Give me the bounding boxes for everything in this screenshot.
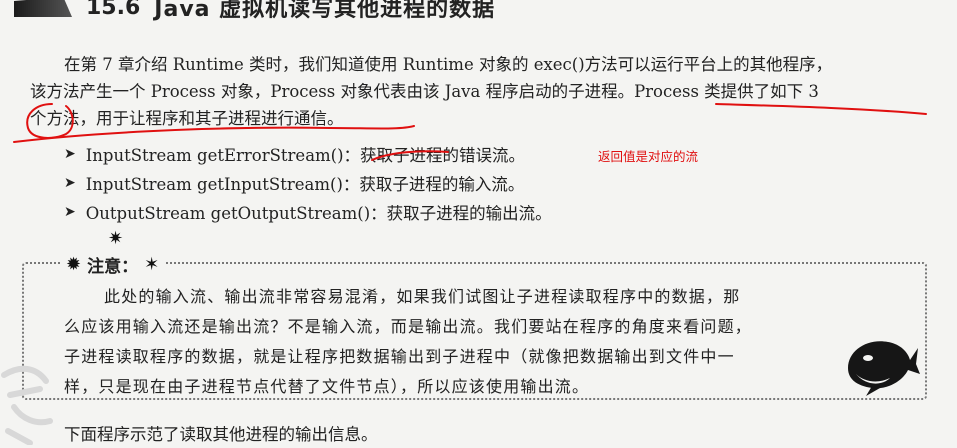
closing-text: 下面程序示范了读取其他进程的输出信息。 <box>64 425 378 444</box>
method-text: InputStream getInputStream()：获取子进程的输入流。 <box>85 175 525 194</box>
watermark-icon <box>1 365 53 445</box>
notice-line-1: 此处的输入流、输出流非常容易混淆，如果我们试图让子进程读取程序中的数据，那 <box>104 287 741 306</box>
bullet-arrow-icon: ➤ <box>64 175 76 191</box>
sparkle-icon: ✷ <box>108 228 124 249</box>
notice-star-icon: ✶ <box>144 254 160 275</box>
notice-label-text: 注意： <box>87 257 139 277</box>
section-heading: 15.6 Java 虚拟机读写其他进程的数据 <box>14 0 496 22</box>
bullet-arrow-icon: ➤ <box>64 146 76 162</box>
annotation-underline <box>715 103 927 115</box>
method-text: InputStream getErrorStream()：获取子进程的错误流。 <box>85 146 526 165</box>
section-number: 15.6 <box>86 0 141 20</box>
intro-line-2: 该方法产生一个 Process 对象，Process 对象代表由该 Java 程… <box>30 82 819 101</box>
method-text: OutputStream getOutputStream()：获取子进程的输出流… <box>85 204 552 223</box>
handwritten-note: 返回值是对应的流 <box>598 149 699 164</box>
section-title: Java 虚拟机读写其他进程的数据 <box>154 0 496 22</box>
notice-star-icon: ✹ <box>66 254 82 275</box>
method-item: ➤ OutputStream getOutputStream()：获取子进程的输… <box>64 200 552 224</box>
method-item: ➤ InputStream getInputStream()：获取子进程的输入流… <box>64 171 524 195</box>
heading-bookmark-icon <box>14 0 72 17</box>
notice-line-4: 样，只是现在由子进程节点代替了文件节点），所以应该使用输出流。 <box>64 377 590 396</box>
intro-line-1: 在第 7 章介绍 Runtime 类时，我们知道使用 Runtime 对象的 e… <box>64 55 833 74</box>
notice-label: ✹ 注意： ✶ <box>60 252 166 277</box>
notice-line-3: 子进程读取程序的数据，就是让程序把数据输出到子进程中（就像把数据输出到文件中一 <box>64 347 735 366</box>
notice-line-2: 么应该用输入流还是输出流？不是输入流，而是输出流。我们要站在程序的角度来看问题， <box>64 317 753 336</box>
intro-line-3: 个方法，用于让程序和其子进程进行通信。 <box>30 109 344 128</box>
method-item: ➤ InputStream getErrorStream()：获取子进程的错误流… <box>64 142 525 166</box>
bullet-arrow-icon: ➤ <box>64 204 76 220</box>
whale-mascot-icon <box>848 341 920 396</box>
